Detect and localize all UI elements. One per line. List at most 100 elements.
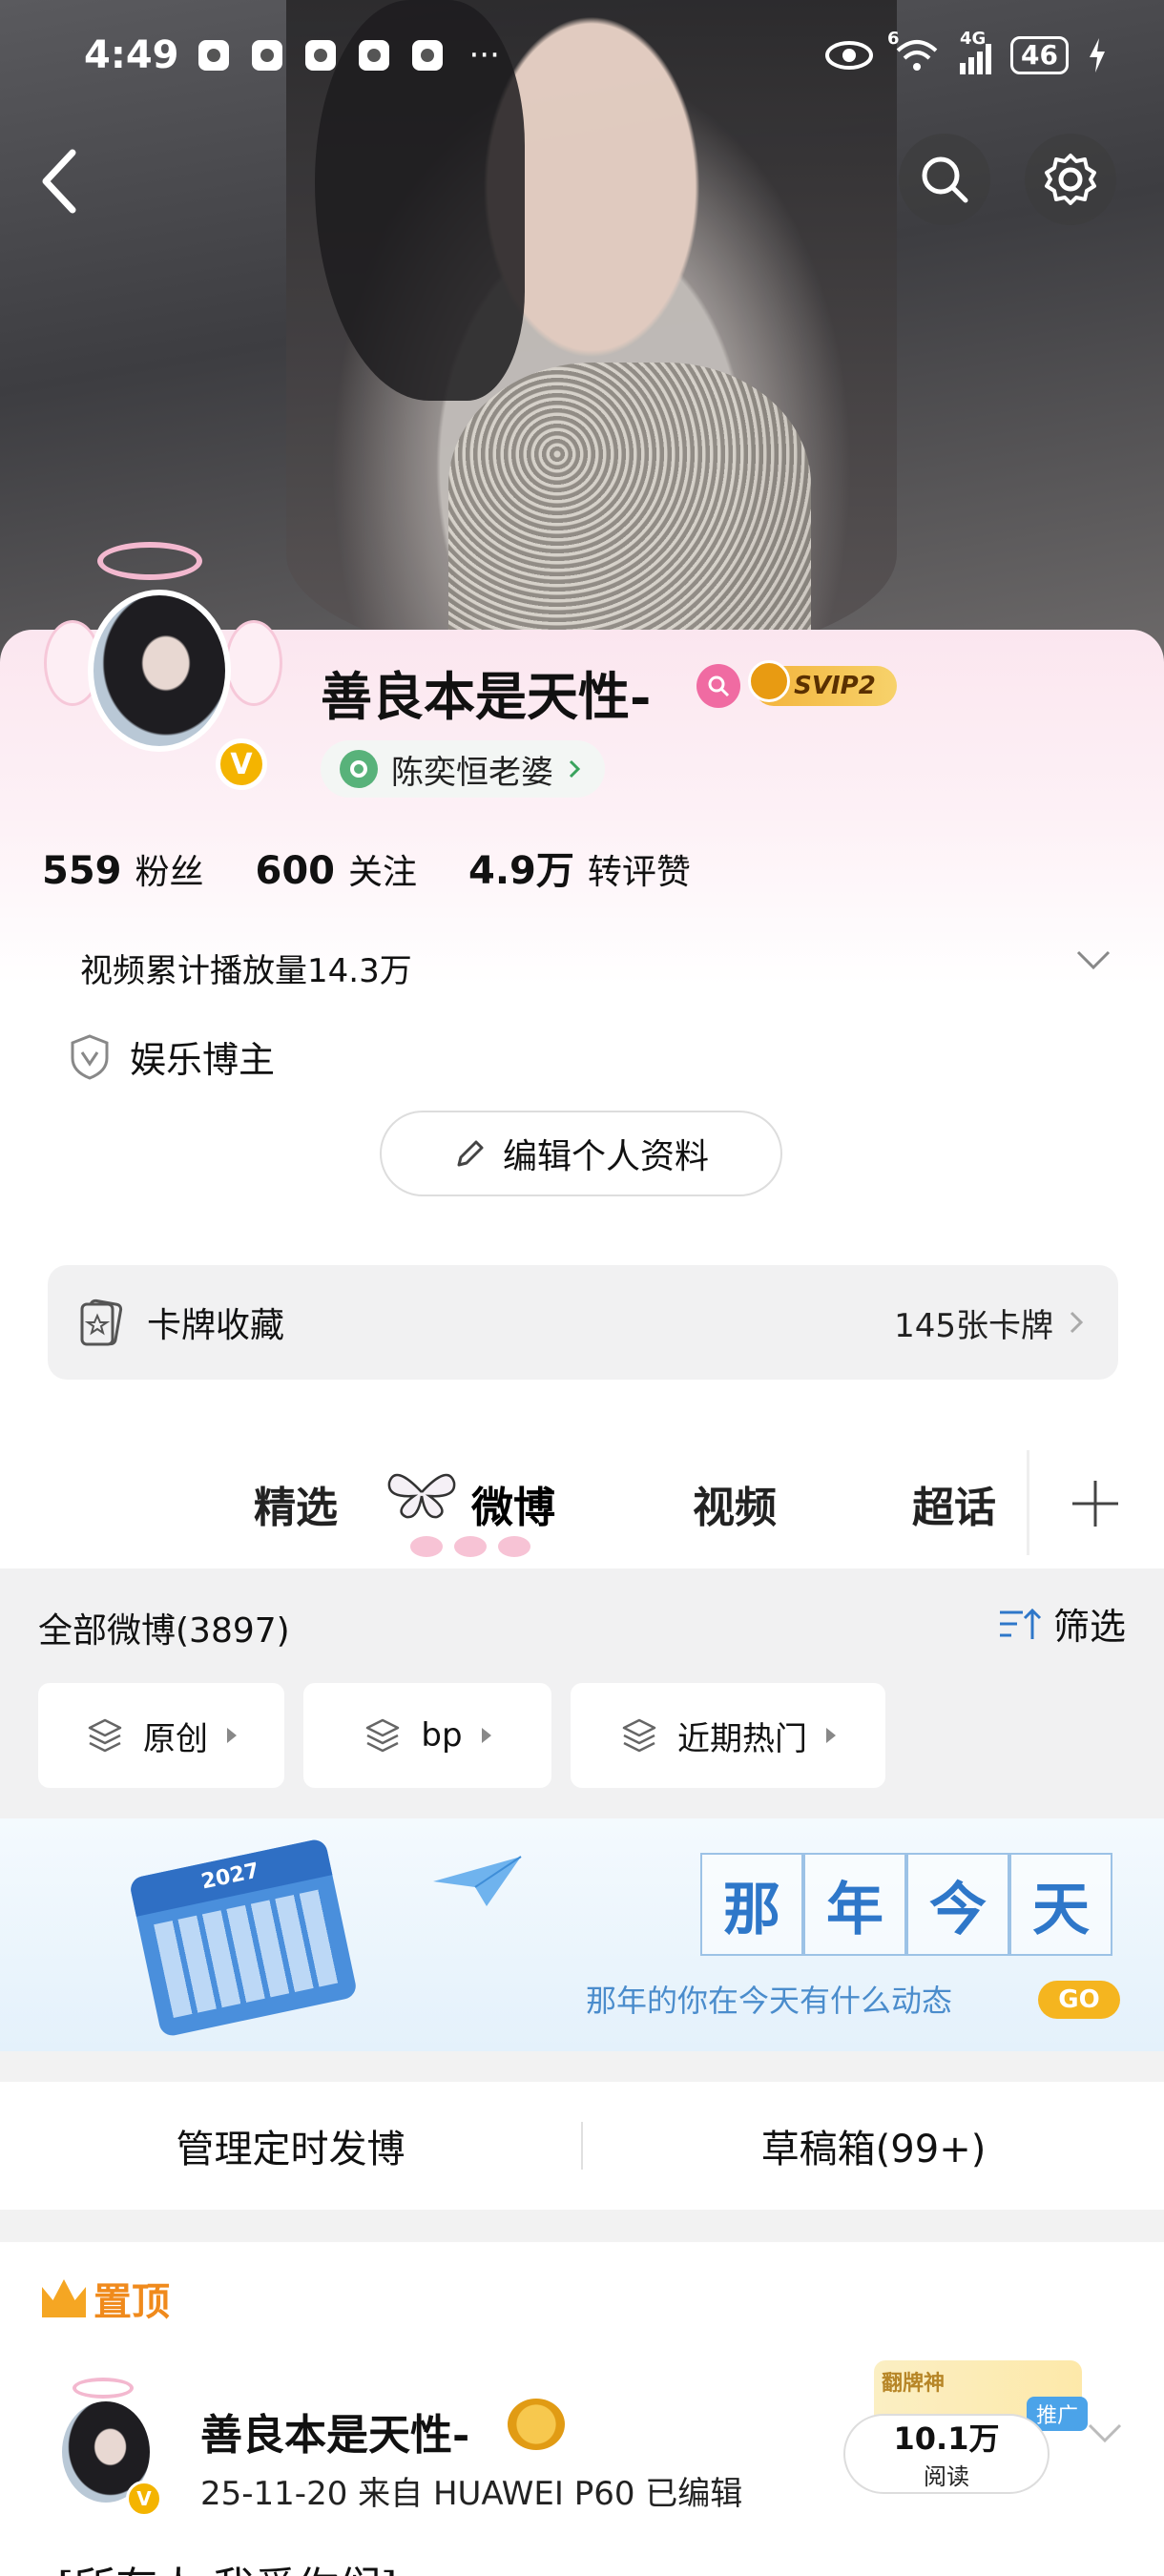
- wifi-icon: 6: [887, 29, 941, 74]
- manage-bar: 管理定时发博 草稿箱(99+): [0, 2082, 1164, 2210]
- gear-icon: [1045, 154, 1096, 205]
- edit-profile-label: 编辑个人资料: [502, 1137, 709, 1176]
- go-button[interactable]: GO: [1038, 1981, 1120, 2019]
- chevron-down-icon[interactable]: [1074, 946, 1112, 973]
- filter-label: 筛选: [1052, 1606, 1126, 1648]
- stat-following[interactable]: 600 关注: [256, 844, 418, 894]
- notification-icon: [358, 40, 389, 71]
- wifi-badge: 6: [887, 29, 900, 49]
- fan-tag[interactable]: 陈奕恒老婆: [321, 740, 605, 798]
- edit-profile-button[interactable]: 编辑个人资料: [380, 1111, 782, 1196]
- filter-chip-bp[interactable]: bp: [303, 1683, 551, 1788]
- paper-plane-icon: [433, 1856, 522, 1906]
- post-text: [所有人 我爱你们]: [57, 2553, 397, 2576]
- chip-label: 原创: [143, 1719, 208, 1758]
- signal-icon: 4G: [960, 29, 992, 74]
- avatar: [88, 590, 231, 752]
- crown-icon: [42, 2279, 86, 2317]
- role-row[interactable]: 娱乐博主: [69, 1030, 275, 1083]
- caret-right-icon: [227, 1728, 237, 1743]
- crown-icon: [748, 660, 790, 702]
- shield-icon: [71, 1033, 109, 1080]
- butterfly-icon: [387, 1473, 456, 1519]
- tab-featured[interactable]: 精选: [254, 1473, 338, 1534]
- on-this-day-banner[interactable]: 2027 那 年 今 天 那年的你在今天有什么动态 GO: [0, 1818, 1164, 2051]
- calendar-icon: 2027: [128, 1838, 359, 2038]
- profile-tabs: 精选 微博 视频 超话: [0, 1431, 1164, 1568]
- layers-icon: [622, 1718, 656, 1753]
- status-time: 4:49: [84, 33, 179, 77]
- caret-right-icon: [826, 1728, 836, 1743]
- read-count[interactable]: 10.1万 阅读: [843, 2414, 1050, 2494]
- chip-label: 近期热门: [677, 1719, 807, 1758]
- chevron-right-icon: [569, 759, 581, 779]
- card-collection-label: 卡牌收藏: [147, 1306, 285, 1345]
- tab-video[interactable]: 视频: [693, 1473, 777, 1534]
- verified-badge: V: [126, 2481, 162, 2517]
- search-button[interactable]: [899, 134, 990, 225]
- charging-icon: [1090, 38, 1105, 73]
- layers-icon: [366, 1718, 400, 1753]
- settings-button[interactable]: [1025, 134, 1116, 225]
- flower-icon: [340, 750, 378, 788]
- tab-supertopic[interactable]: 超话: [912, 1473, 996, 1534]
- all-posts-label[interactable]: 全部微博(3897): [38, 1603, 290, 1652]
- tab-divider: [1027, 1450, 1029, 1555]
- profile-name: 善良本是天性-: [321, 666, 652, 727]
- role-label: 娱乐博主: [130, 1039, 276, 1081]
- chip-label: bp: [421, 1716, 463, 1755]
- cover-photo-dress: [448, 363, 811, 668]
- caret-right-icon: [481, 1728, 491, 1743]
- layers-icon: [88, 1718, 122, 1753]
- notification-icon: [304, 40, 336, 71]
- halo-decoration: [73, 2378, 134, 2399]
- on-this-day-title: 那 年 今 天: [700, 1853, 1112, 1956]
- battery-icon: 46: [1010, 36, 1069, 74]
- network-label: 4G: [960, 29, 987, 49]
- notification-icon: [411, 40, 443, 71]
- avatar-wing-decoration: [225, 620, 282, 706]
- halo-decoration: [97, 542, 202, 580]
- profile-avatar[interactable]: V: [38, 534, 282, 801]
- card-collection-count-wrap: 145张卡牌: [894, 1299, 1084, 1346]
- notification-icon: [197, 40, 229, 71]
- more-notifications-icon: ···: [468, 36, 500, 74]
- post-author[interactable]: 善良本是天性-: [200, 2400, 469, 2462]
- svip-badge[interactable]: SVIP2: [748, 660, 897, 706]
- post-meta: 25-11-20 来自 HUAWEI P60 已编辑: [200, 2475, 743, 2513]
- profile-stats: 559 粉丝 600 关注 4.9万 转评赞: [42, 840, 691, 895]
- feed-filter-bar: 全部微博(3897) 筛选 原创 bp 近期热门: [0, 1568, 1164, 1818]
- member-search-icon[interactable]: [696, 664, 740, 708]
- scheduled-posts-button[interactable]: 管理定时发博: [0, 2118, 581, 2173]
- card-icon: [80, 1298, 123, 1346]
- vip-crown-icon: [508, 2399, 565, 2450]
- on-this-day-subtitle: 那年的你在今天有什么动态: [586, 1983, 953, 2019]
- chevron-right-icon: [1070, 1311, 1084, 1334]
- stat-interactions[interactable]: 4.9万 转评赞: [468, 840, 691, 895]
- notification-icon: [251, 40, 282, 71]
- add-tab-icon[interactable]: [1069, 1477, 1122, 1530]
- status-right: 6 4G 46: [824, 29, 1107, 74]
- svip-label: SVIP2: [794, 672, 876, 700]
- pinned-label: 置顶: [42, 2271, 170, 2326]
- filter-button[interactable]: 筛选: [996, 1597, 1126, 1650]
- drafts-button[interactable]: 草稿箱(99+): [583, 2118, 1164, 2173]
- verified-badge: V: [216, 738, 267, 790]
- profile-page: 4:49 ··· 6 4G 46 V 善良本是天性- SVIP2 陈奕恒老婆 5…: [0, 0, 1164, 2576]
- fan-tag-label: 陈奕恒老婆: [391, 753, 553, 792]
- tab-weibo[interactable]: 微博: [471, 1473, 555, 1534]
- active-tab-indicator: [410, 1536, 530, 1557]
- stat-followers[interactable]: 559 粉丝: [42, 844, 204, 894]
- chevron-down-icon[interactable]: [1086, 2420, 1124, 2448]
- back-icon[interactable]: [34, 143, 92, 219]
- card-collection-row[interactable]: 卡牌收藏 145张卡牌: [48, 1265, 1118, 1380]
- video-plays: 视频累计播放量14.3万: [80, 952, 412, 990]
- filter-icon: [999, 1608, 1042, 1639]
- filter-chip-original[interactable]: 原创: [38, 1683, 284, 1788]
- search-icon: [922, 156, 968, 203]
- status-bar: 4:49 ··· 6 4G 46: [84, 27, 1107, 84]
- pinned-post[interactable]: 置顶 V 善良本是天性- 25-11-20 来自 HUAWEI P60 已编辑 …: [0, 2242, 1164, 2576]
- post-avatar[interactable]: V: [31, 2376, 174, 2519]
- filter-chip-trending[interactable]: 近期热门: [571, 1683, 885, 1788]
- card-collection-count: 145张卡牌: [894, 1306, 1053, 1345]
